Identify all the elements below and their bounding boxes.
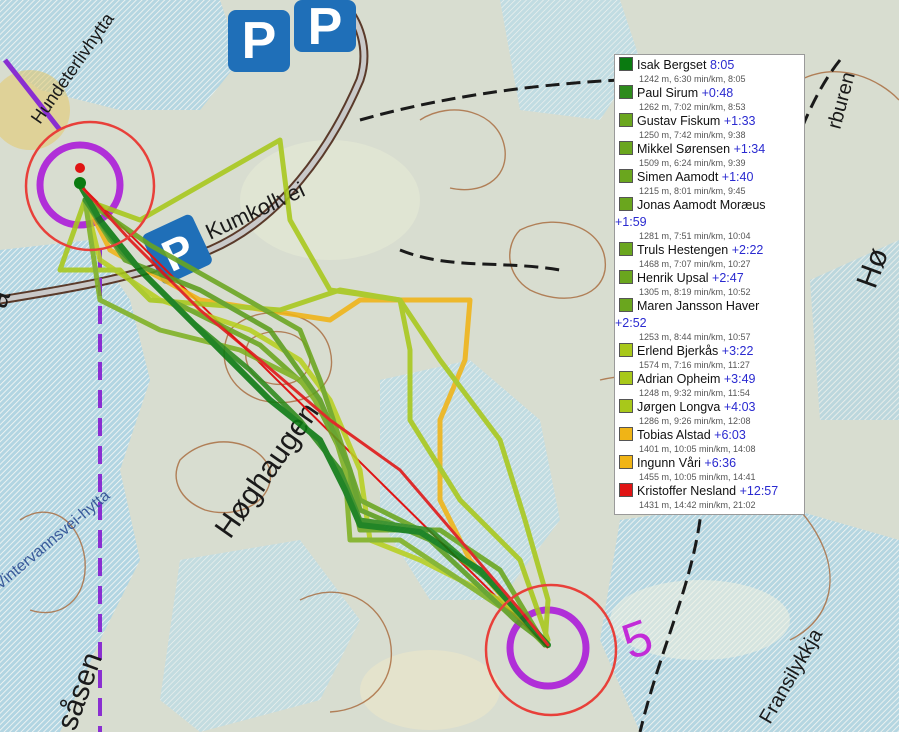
runner-time-diff: +6:36 xyxy=(704,456,737,470)
runner-time-diff: +1:59 xyxy=(615,215,647,229)
runner-time-diff: +1:34 xyxy=(733,142,766,156)
route-color-swatch xyxy=(619,343,633,357)
svg-text:P: P xyxy=(242,12,277,70)
runner-time-diff: +1:33 xyxy=(723,114,756,128)
legend-runner-row[interactable]: Adrian Opheim +3:49 xyxy=(619,371,801,388)
route-color-swatch xyxy=(619,455,633,469)
runner-name: Adrian Opheim xyxy=(637,372,721,386)
runner-name: Mikkel Sørensen xyxy=(637,142,731,156)
legend-runner-row[interactable]: Mikkel Sørensen +1:34 xyxy=(619,141,801,158)
runner-name: Jonas Aamodt Moræus xyxy=(637,198,766,212)
route-color-swatch xyxy=(619,270,633,284)
route-color-swatch xyxy=(619,57,633,71)
legend-rows: Isak Bergset 8:05 1242 m, 6:30 min/km, 8:… xyxy=(615,57,801,510)
runner-name: Jørgen Longva xyxy=(637,400,721,414)
runner-time-diff: 8:05 xyxy=(709,58,735,72)
runner-time-diff: +3:22 xyxy=(721,344,754,358)
legend-runner-row[interactable]: Jonas Aamodt Moræus +1:59 xyxy=(615,197,801,231)
runner-stats: 1242 m, 6:30 min/km, 8:05 xyxy=(639,74,746,84)
runner-stats: 1215 m, 8:01 min/km, 9:45 xyxy=(639,186,746,196)
legend-runner-row[interactable]: Gustav Fiskum +1:33 xyxy=(619,113,801,130)
route-color-swatch xyxy=(619,242,633,256)
legend-runner-row[interactable]: Ingunn Våri +6:36 xyxy=(619,455,801,472)
runner-name: Isak Bergset xyxy=(637,58,707,72)
route-color-swatch xyxy=(619,298,633,312)
legend-runner-row[interactable]: Kristoffer Nesland +12:57 xyxy=(619,483,801,500)
runner-time-diff: +2:22 xyxy=(731,243,764,257)
runner-time-diff: +3:49 xyxy=(723,372,756,386)
runner-stats: 1455 m, 10:05 min/km, 14:41 xyxy=(639,472,756,482)
legend-runner-row[interactable]: Paul Sirum +0:48 xyxy=(619,85,801,102)
runner-name: Tobias Alstad xyxy=(637,428,711,442)
runner-name: Paul Sirum xyxy=(637,86,699,100)
runner-name: Truls Hestengen xyxy=(637,243,729,257)
runner-name: Kristoffer Nesland xyxy=(637,484,737,498)
runner-time-diff: +1:40 xyxy=(721,170,754,184)
runner-name: Ingunn Våri xyxy=(637,456,701,470)
route-color-swatch xyxy=(619,371,633,385)
runner-stats: 1305 m, 8:19 min/km, 10:52 xyxy=(639,287,751,297)
runner-stats: 1431 m, 14:42 min/km, 21:02 xyxy=(639,500,756,510)
legend-runner-row[interactable]: Isak Bergset 8:05 xyxy=(619,57,801,74)
route-color-swatch xyxy=(619,141,633,155)
route-color-swatch xyxy=(619,483,633,497)
route-color-swatch xyxy=(619,399,633,413)
runner-name: Erlend Bjerkås xyxy=(637,344,719,358)
route-color-swatch xyxy=(619,85,633,99)
runner-name: Maren Jansson Haver xyxy=(637,299,760,313)
runner-time-diff: +2:52 xyxy=(615,316,647,330)
legend-runner-row[interactable]: Maren Jansson Haver +2:52 xyxy=(615,298,801,332)
runner-time-diff: +6:03 xyxy=(714,428,746,442)
route-color-swatch xyxy=(619,169,633,183)
runner-time-diff: +2:47 xyxy=(712,271,744,285)
runner-stats: 1574 m, 7:16 min/km, 11:27 xyxy=(639,360,750,370)
legend-runner-row[interactable]: Truls Hestengen +2:22 xyxy=(619,242,801,259)
svg-text:P: P xyxy=(308,0,343,56)
runner-name: Simen Aamodt xyxy=(637,170,719,184)
runner-stats: 1250 m, 7:42 min/km, 9:38 xyxy=(639,130,746,140)
runner-time-diff: +0:48 xyxy=(701,86,734,100)
runner-stats: 1468 m, 7:07 min/km, 10:27 xyxy=(639,259,751,269)
route-color-swatch xyxy=(619,197,633,211)
runner-stats: 1248 m, 9:32 min/km, 11:54 xyxy=(639,388,750,398)
runner-stats: 1509 m, 6:24 min/km, 9:39 xyxy=(639,158,746,168)
route-color-swatch xyxy=(619,113,633,127)
runner-stats: 1401 m, 10:05 min/km, 14:08 xyxy=(639,444,756,454)
legend-runner-row[interactable]: Tobias Alstad +6:03 xyxy=(619,427,801,444)
runner-name: Henrik Upsal xyxy=(637,271,709,285)
legend-runner-row[interactable]: Erlend Bjerkås +3:22 xyxy=(619,343,801,360)
legend-runner-row[interactable]: Jørgen Longva +4:03 xyxy=(619,399,801,416)
runner-time-diff: +4:03 xyxy=(723,400,756,414)
runner-stats: 1281 m, 7:51 min/km, 10:04 xyxy=(639,231,751,241)
runner-stats: 1262 m, 7:02 min/km, 8:53 xyxy=(639,102,746,112)
route-color-swatch xyxy=(619,427,633,441)
runner-stats: 1253 m, 8:44 min/km, 10:57 xyxy=(639,332,751,342)
legend-runner-row[interactable]: Simen Aamodt +1:40 xyxy=(619,169,801,186)
legend-runner-row[interactable]: Henrik Upsal +2:47 xyxy=(619,270,801,287)
runner-time-diff: +12:57 xyxy=(739,484,779,498)
results-legend: Isak Bergset 8:05 1242 m, 6:30 min/km, 8:… xyxy=(614,54,805,515)
runner-name: Gustav Fiskum xyxy=(637,114,721,128)
runner-stats: 1286 m, 9:26 min/km, 12:08 xyxy=(639,416,751,426)
